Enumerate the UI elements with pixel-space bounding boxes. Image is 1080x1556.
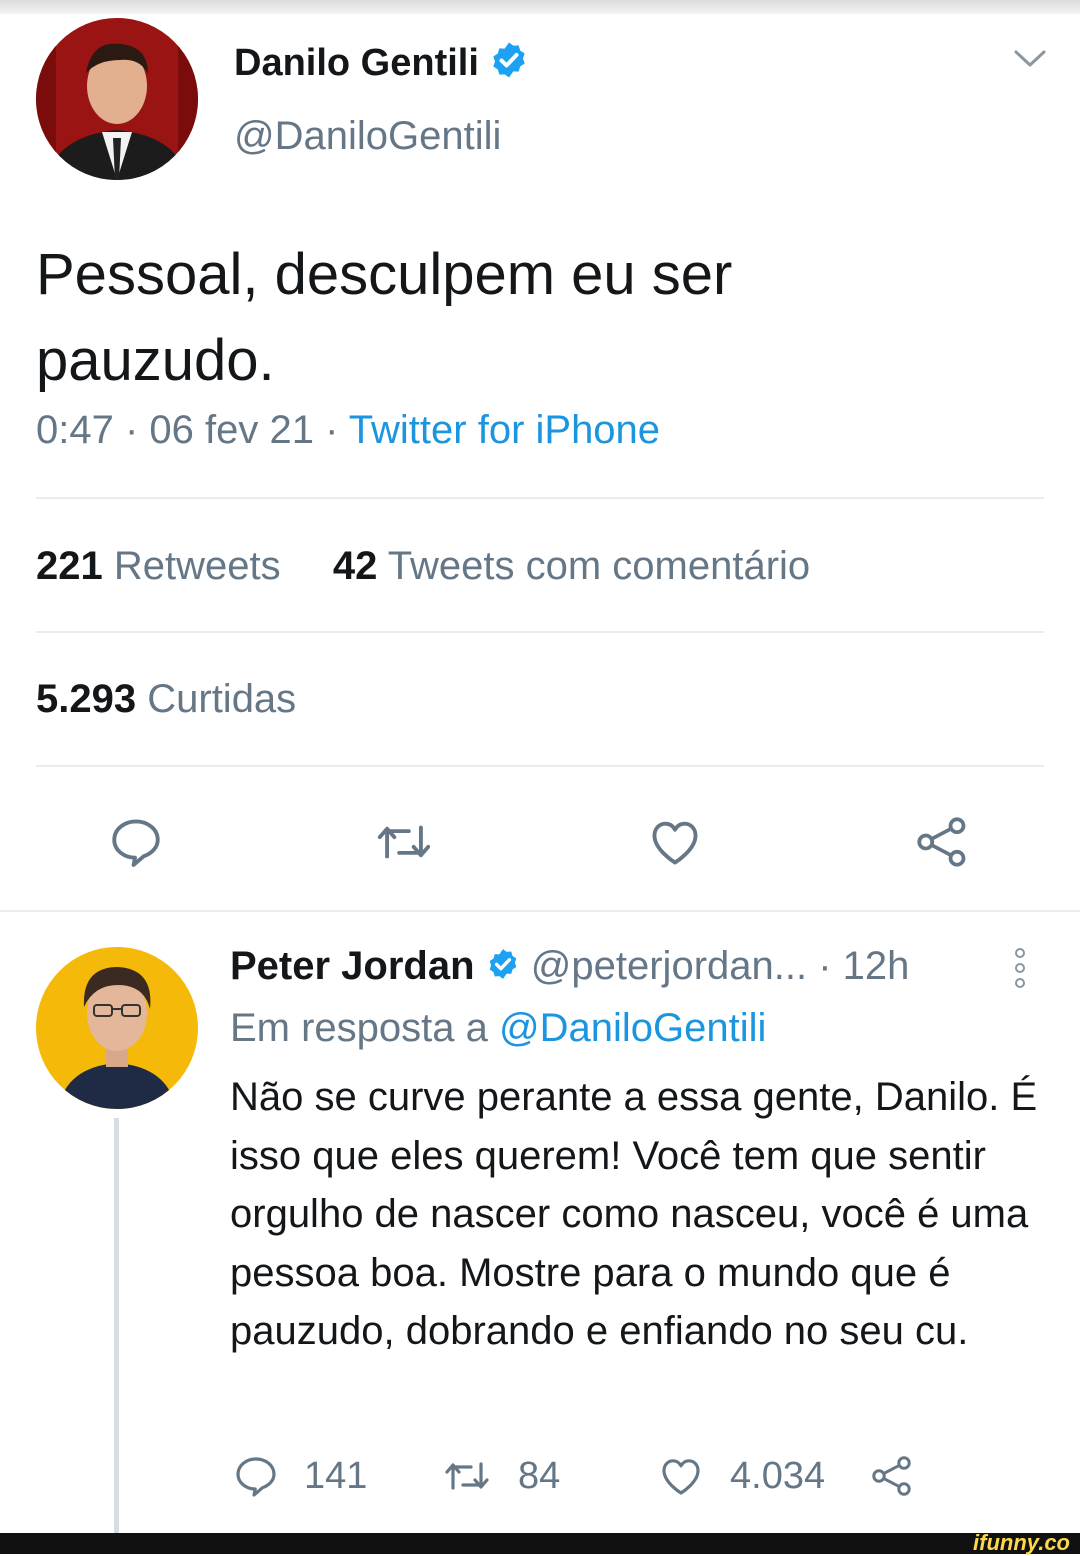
like-icon — [652, 821, 698, 865]
retweets-stat[interactable]: 221 Retweets — [36, 544, 281, 588]
quotes-stat[interactable]: 42 Tweets com comentário — [333, 544, 810, 588]
tweet-text: Pessoal, desculpem eu ser pauzudo. — [36, 242, 733, 393]
likes-stat[interactable]: 5.293 Curtidas — [36, 677, 296, 722]
avatar-danilo[interactable] — [36, 18, 198, 180]
ifunny-watermark: ifunny.co — [973, 1530, 1070, 1555]
retweet-button[interactable] — [372, 810, 436, 874]
verified-badge-icon — [486, 946, 520, 991]
section-divider — [0, 910, 1080, 912]
in-reply-prefix: Em resposta a — [230, 1006, 500, 1050]
more-options-icon[interactable] — [1010, 945, 1030, 996]
divider — [36, 631, 1044, 633]
reply-time: · 12h — [818, 944, 910, 988]
like-icon — [662, 1459, 700, 1495]
author-handle[interactable]: @DaniloGentili — [234, 114, 501, 159]
retweets-count: 221 — [36, 544, 103, 588]
tweet-meta: 0:47 · 06 fev 21 · Twitter for iPhone — [36, 408, 660, 453]
reply-author-name[interactable]: Peter Jordan — [230, 944, 475, 988]
reply-count: 141 — [304, 1454, 368, 1497]
watermark-bar — [0, 1533, 1080, 1554]
retweets-label: Retweets — [113, 544, 281, 588]
reply-button[interactable] — [104, 810, 168, 874]
retweet-icon — [445, 1462, 489, 1490]
reply-icon — [236, 1457, 276, 1497]
tweet-stats: 221 Retweets 42 Tweets com comentário — [36, 544, 810, 589]
reply-retweet-button[interactable]: 84 — [440, 1452, 560, 1500]
share-icon — [872, 1456, 911, 1496]
divider — [36, 497, 1044, 499]
top-edge — [0, 0, 1080, 14]
reply-text: Não se curve perante a essa gente, Danil… — [230, 1075, 1038, 1353]
author-name-text: Danilo Gentili — [234, 42, 479, 85]
verified-badge-icon — [489, 40, 529, 90]
like-button[interactable] — [643, 810, 707, 874]
thread-line — [114, 1118, 119, 1533]
reply-icon — [112, 819, 160, 867]
in-reply-to: Em resposta a @DaniloGentili — [230, 1006, 766, 1051]
quotes-label: Tweets com comentário — [387, 544, 811, 588]
reply-like-button[interactable]: 4.034 — [656, 1452, 825, 1500]
share-button[interactable] — [910, 810, 974, 874]
reply-share-button[interactable] — [868, 1452, 940, 1500]
divider — [36, 765, 1044, 767]
avatar-peter[interactable] — [36, 947, 198, 1109]
like-count: 4.034 — [730, 1454, 826, 1497]
retweet-icon — [377, 825, 431, 859]
quotes-count: 42 — [332, 544, 378, 588]
share-icon — [917, 817, 966, 867]
tweet-source-link[interactable]: Twitter for iPhone — [349, 408, 660, 452]
chevron-down-icon[interactable] — [1013, 48, 1047, 75]
reply-reply-button[interactable]: 141 — [232, 1452, 367, 1500]
in-reply-handle-link[interactable]: @DaniloGentili — [499, 1006, 766, 1050]
author-name[interactable]: Danilo Gentili — [234, 40, 529, 90]
reply-author-handle[interactable]: @peterjordan... — [531, 944, 807, 988]
tweet-timestamp: 0:47 · 06 fev 21 · — [36, 408, 349, 452]
retweet-count: 84 — [518, 1454, 561, 1497]
likes-label: Curtidas — [147, 677, 297, 721]
reply-header: Peter Jordan @peterjordan... · 12h — [230, 944, 909, 991]
likes-count: 5.293 — [36, 677, 137, 721]
